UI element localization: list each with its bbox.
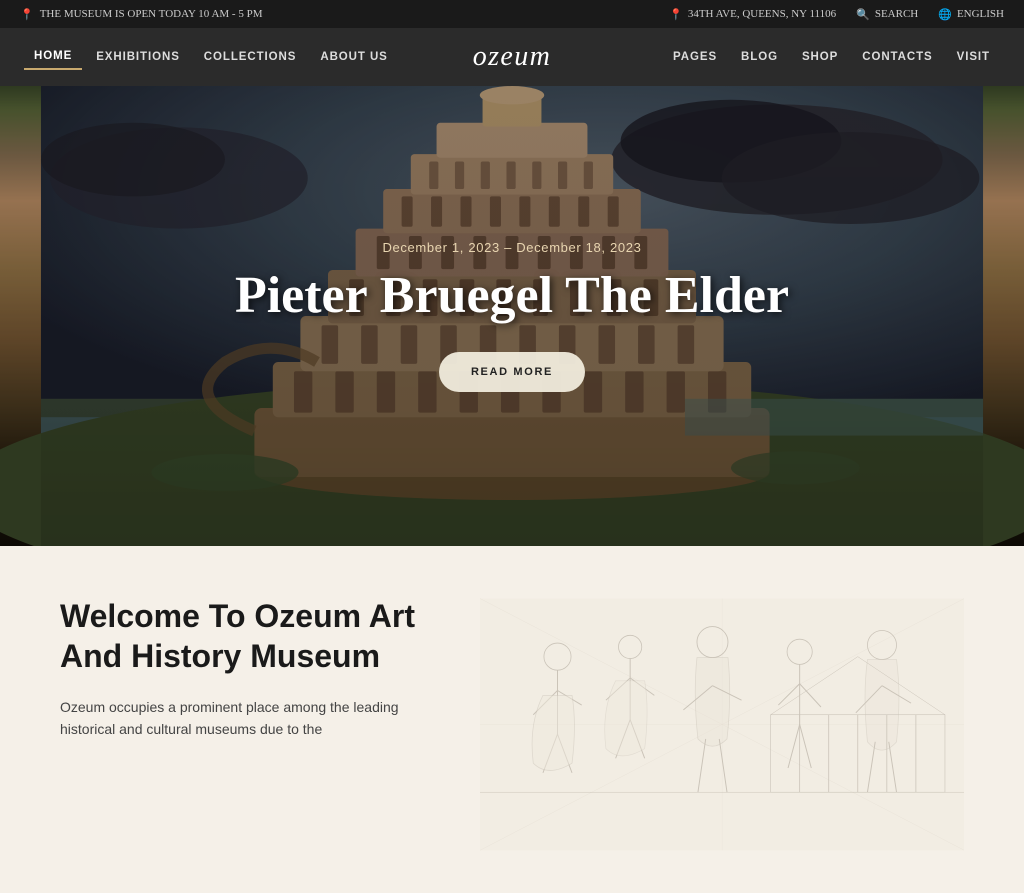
welcome-text: Welcome To Ozeum Art And History Museum …	[60, 596, 440, 853]
language-item[interactable]: 🌐 ENGLISH	[938, 8, 1004, 21]
nav-item-contacts[interactable]: CONTACTS	[852, 45, 942, 69]
hero-title: Pieter Bruegel The Elder	[235, 267, 789, 324]
nav-item-collections[interactable]: COLLECTIONS	[194, 45, 307, 69]
nav-item-shop[interactable]: SHOP	[792, 45, 848, 69]
welcome-description: Ozeum occupies a prominent place among t…	[60, 696, 440, 741]
nav-item-pages[interactable]: PAGES	[663, 45, 727, 69]
search-item[interactable]: 🔍 SEARCH	[856, 8, 918, 21]
nav-item-exhibitions[interactable]: EXHIBITIONS	[86, 45, 190, 69]
welcome-section: Welcome To Ozeum Art And History Museum …	[0, 546, 1024, 893]
hero-cta-button[interactable]: READ MORE	[439, 352, 585, 392]
map-icon: 📍	[669, 8, 683, 21]
hero-section: December 1, 2023 – December 18, 2023 Pie…	[0, 86, 1024, 546]
nav-item-home[interactable]: HOME	[24, 44, 82, 70]
top-bar-right: 📍 34TH AVE, QUEENS, NY 11106 🔍 SEARCH 🌐 …	[669, 8, 1004, 21]
language-label: ENGLISH	[957, 8, 1004, 20]
address-text: 34TH AVE, QUEENS, NY 11106	[688, 8, 836, 20]
nav-item-visit[interactable]: VISIT	[947, 45, 1000, 69]
nav-item-about[interactable]: ABOUT US	[310, 45, 397, 69]
welcome-image	[480, 596, 964, 853]
nav-item-blog[interactable]: BLOG	[731, 45, 788, 69]
hero-date: December 1, 2023 – December 18, 2023	[235, 240, 789, 255]
search-icon: 🔍	[856, 8, 870, 21]
location-pin-icon: 📍	[20, 8, 34, 21]
globe-icon: 🌐	[938, 8, 952, 21]
address-item: 📍 34TH AVE, QUEENS, NY 11106	[669, 8, 836, 21]
top-bar: 📍 THE MUSEUM IS OPEN TODAY 10 AM - 5 PM …	[0, 0, 1024, 28]
welcome-title: Welcome To Ozeum Art And History Museum	[60, 596, 440, 676]
search-label: SEARCH	[875, 8, 918, 20]
museum-hours: THE MUSEUM IS OPEN TODAY 10 AM - 5 PM	[40, 8, 263, 20]
top-bar-left: 📍 THE MUSEUM IS OPEN TODAY 10 AM - 5 PM	[20, 8, 263, 21]
nav-right: PAGES BLOG SHOP CONTACTS VISIT	[663, 45, 1000, 69]
main-nav: HOME EXHIBITIONS COLLECTIONS ABOUT US oz…	[0, 28, 1024, 86]
hero-content: December 1, 2023 – December 18, 2023 Pie…	[215, 220, 809, 412]
site-logo[interactable]: ozeum	[473, 41, 552, 73]
welcome-sketch	[480, 596, 964, 853]
nav-left: HOME EXHIBITIONS COLLECTIONS ABOUT US	[24, 44, 398, 70]
